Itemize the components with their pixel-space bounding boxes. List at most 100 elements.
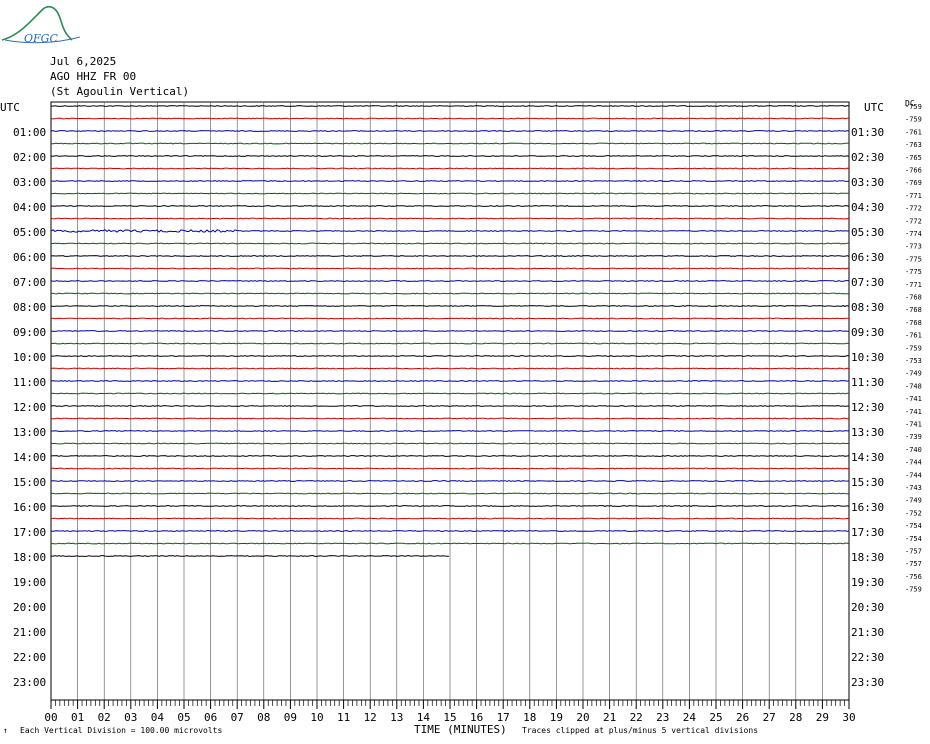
dc-offset-label: -759 [905, 344, 922, 352]
dc-offset-label: -761 [905, 128, 922, 136]
right-hour-label: 11:30 [851, 376, 884, 389]
x-tick-label: 00 [44, 711, 57, 724]
dc-offset-label: -749 [905, 370, 922, 378]
seismic-trace [50, 305, 850, 307]
left-hour-label: 14:00 [13, 451, 46, 464]
minute-ticks [50, 699, 850, 709]
seismic-trace [50, 217, 850, 220]
right-hour-label: 09:30 [851, 326, 884, 339]
left-hour-label: 23:00 [13, 676, 46, 689]
x-tick-label: 08 [257, 711, 270, 724]
left-hour-label: 15:00 [13, 476, 46, 489]
x-tick-label: 26 [736, 711, 749, 724]
left-hour-label: 06:00 [13, 251, 46, 264]
left-hour-label: 03:00 [13, 176, 46, 189]
right-hour-label: 21:30 [851, 626, 884, 639]
dc-offset-label: -761 [905, 332, 922, 340]
dc-offset-label: -759 [905, 116, 922, 124]
left-hour-label: 12:00 [13, 401, 46, 414]
seismic-trace [50, 205, 850, 207]
seismic-trace [50, 317, 850, 320]
helicorder-plot: 00 01 02 03 04 05 06 07 08 09 10 11 12 13 14 15 16 17 18 19… [0, 99, 922, 724]
right-hour-label: 08:30 [851, 301, 884, 314]
x-tick-label: 21 [603, 711, 616, 724]
dc-offset-label: -740 [905, 446, 922, 454]
dc-offset-label: -748 [905, 382, 922, 390]
x-axis-title: TIME (MINUTES) [414, 723, 507, 736]
left-hour-label: 19:00 [13, 576, 46, 589]
right-hour-label: 02:30 [851, 151, 884, 164]
x-tick-label: 20 [576, 711, 589, 724]
x-tick-label: 11 [337, 711, 350, 724]
x-tick-label: 12 [364, 711, 377, 724]
right-hour-label: 05:30 [851, 226, 884, 239]
left-hour-label: 10:00 [13, 351, 46, 364]
right-hour-label: 17:30 [851, 526, 884, 539]
dc-offset-label: -768 [905, 319, 922, 327]
left-hour-label: 08:00 [13, 301, 46, 314]
seismic-trace [50, 530, 850, 532]
right-hour-label: 15:30 [851, 476, 884, 489]
dc-offset-label: -757 [905, 560, 922, 568]
x-tick-label: 10 [310, 711, 323, 724]
dc-offset-label: -772 [905, 217, 922, 225]
dc-offset-label: -754 [905, 522, 922, 530]
seismic-trace [51, 430, 850, 432]
x-tick-label: 24 [683, 711, 697, 724]
seismic-trace [50, 392, 850, 395]
x-tick-label: 09 [284, 711, 297, 724]
x-tick-label: 27 [763, 711, 776, 724]
x-tick-label: 19 [550, 711, 563, 724]
right-hour-label: 06:30 [851, 251, 884, 264]
seismic-trace [50, 455, 850, 457]
dc-offset-label: -757 [905, 548, 922, 556]
dc-offset-label: -773 [905, 243, 922, 251]
dc-offset-label: -739 [905, 433, 922, 441]
dc-offset-label: -752 [905, 509, 922, 517]
x-tick-label: 13 [390, 711, 403, 724]
seismic-trace [50, 142, 849, 145]
left-hour-label: 16:00 [13, 501, 46, 514]
right-hour-label: 03:30 [851, 176, 884, 189]
seismic-trace [50, 155, 850, 157]
dc-offset-label: -741 [905, 421, 922, 429]
dc-offset-label: -771 [905, 192, 922, 200]
right-hour-label: 04:30 [851, 201, 884, 214]
dc-offset-label: -771 [905, 281, 922, 289]
left-y-label: UTC [0, 101, 20, 114]
x-tick-label: 18 [523, 711, 536, 724]
seismic-trace [50, 555, 450, 557]
left-hour-label: 07:00 [13, 276, 46, 289]
right-hour-label: 07:30 [851, 276, 884, 289]
seismic-trace [50, 330, 850, 332]
x-tick-label: 22 [630, 711, 643, 724]
dc-offset-label: -741 [905, 408, 922, 416]
x-tick-label: 07 [231, 711, 244, 724]
right-hour-label: 16:30 [851, 501, 884, 514]
seismic-trace [50, 192, 850, 195]
right-hour-label: 23:30 [851, 676, 884, 689]
x-tick-label: 02 [98, 711, 111, 724]
dc-offset-label: -759 [905, 103, 922, 111]
left-hour-label: 02:00 [13, 151, 46, 164]
right-hour-label: 18:30 [851, 551, 884, 564]
left-hour-label: 09:00 [13, 326, 46, 339]
seismic-trace [50, 280, 849, 282]
clip-note: Traces clipped at plus/minus 5 vertical … [522, 726, 759, 735]
dc-offset-label: -765 [905, 154, 922, 162]
seismic-trace [50, 180, 850, 182]
left-hour-label: 11:00 [13, 376, 46, 389]
x-tick-label: 05 [177, 711, 190, 724]
dc-offset-label: -769 [905, 179, 922, 187]
left-hour-label: 17:00 [13, 526, 46, 539]
dc-offset-label: -754 [905, 535, 922, 543]
left-hour-label: 13:00 [13, 426, 46, 439]
seismic-trace [50, 480, 850, 482]
x-tick-label: 06 [204, 711, 217, 724]
dc-offset-label: -756 [905, 573, 922, 581]
seismic-trace [50, 292, 850, 295]
left-hour-label: 01:00 [13, 126, 46, 139]
right-hour-label: 19:30 [851, 576, 884, 589]
dc-offset-label: -768 [905, 294, 922, 302]
right-y-label: UTC [864, 101, 884, 114]
